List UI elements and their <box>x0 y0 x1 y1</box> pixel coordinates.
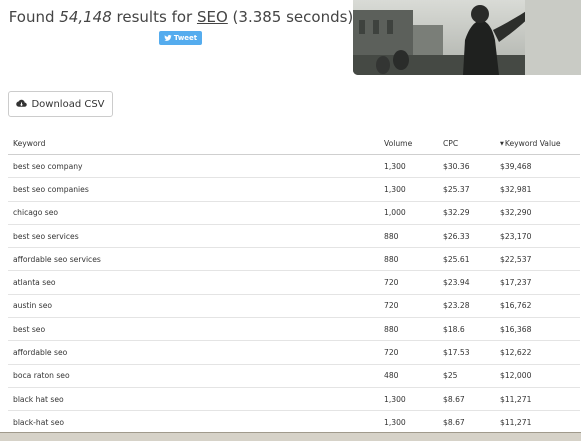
keyword-value-cell: $16,762 <box>495 293 580 318</box>
column-header-cpc[interactable]: CPC <box>438 132 495 155</box>
keyword-cell: black-hat seo <box>8 410 379 434</box>
results-summary: Found 54,148 results for SEO (3.385 seco… <box>0 8 362 26</box>
keyword-cell: affordable seo <box>8 340 379 365</box>
download-csv-label: Download CSV <box>31 98 105 110</box>
table-row: affordable seo services 880 $25.61 $22,537 <box>8 247 580 271</box>
keyword-value-cell: $12,000 <box>495 363 580 388</box>
volume-cell: 1,300 <box>379 153 438 178</box>
volume-cell: 1,000 <box>379 200 438 225</box>
cpc-cell: $25.37 <box>438 177 495 202</box>
keyword-cell: chicago seo <box>8 200 379 225</box>
volume-cell: 1,300 <box>379 177 438 202</box>
keyword-value-cell: $17,237 <box>495 270 580 295</box>
column-header-volume[interactable]: Volume <box>379 132 438 155</box>
keyword-cell: black hat seo <box>8 386 379 411</box>
results-prefix: Found <box>8 8 60 26</box>
volume-cell: 880 <box>379 317 438 341</box>
keyword-cell: affordable seo services <box>8 247 379 271</box>
table-row: best seo companies 1,300 $25.37 $32,981 <box>8 177 580 202</box>
table-row: chicago seo 1,000 $32.29 $32,290 <box>8 200 580 225</box>
keyword-cell: best seo services <box>8 223 379 248</box>
keyword-value-cell: $39,468 <box>495 153 580 178</box>
table-row: affordable seo 720 $17.53 $12,622 <box>8 340 580 365</box>
keyword-value-cell: $16,368 <box>495 317 580 341</box>
results-count: 54,148 <box>59 8 112 26</box>
cpc-cell: $25.61 <box>438 247 495 271</box>
volume-cell: 720 <box>379 270 438 295</box>
keyword-table: Keyword Volume CPC ▼Keyword Value best s… <box>8 132 580 434</box>
tweet-label: Tweet <box>173 34 198 42</box>
volume-cell: 880 <box>379 247 438 271</box>
cloud-download-icon <box>16 99 28 107</box>
results-time: (3.385 seconds) <box>227 8 354 26</box>
keyword-value-cell: $22,537 <box>495 247 580 271</box>
keyword-value-cell: $32,290 <box>495 200 580 225</box>
volume-cell: 720 <box>379 293 438 318</box>
keyword-cell: atlanta seo <box>8 270 379 295</box>
table-row: best seo company 1,300 $30.36 $39,468 <box>8 153 580 178</box>
keyword-value-cell: $32,981 <box>495 177 580 202</box>
cpc-cell: $8.67 <box>438 410 495 434</box>
table-row: best seo 880 $18.6 $16,368 <box>8 317 580 341</box>
table-row: best seo services 880 $26.33 $23,170 <box>8 223 580 248</box>
cpc-cell: $8.67 <box>438 386 495 411</box>
keyword-value-cell: $11,271 <box>495 386 580 411</box>
column-header-keyword-value[interactable]: ▼Keyword Value <box>495 132 580 155</box>
keyword-value-label: Keyword Value <box>504 138 561 148</box>
cpc-cell: $32.29 <box>438 200 495 225</box>
results-middle: results for <box>111 8 197 26</box>
keyword-value-cell: $12,622 <box>495 340 580 365</box>
volume-cell: 720 <box>379 340 438 365</box>
query-link[interactable]: SEO <box>197 8 228 26</box>
tweet-button[interactable]: Tweet <box>159 31 202 45</box>
cpc-cell: $25 <box>438 363 495 388</box>
keyword-cell: best seo <box>8 317 379 341</box>
cpc-cell: $23.28 <box>438 293 495 318</box>
keyword-value-cell: $11,271 <box>495 410 580 434</box>
sort-desc-icon: ▼ <box>500 140 504 147</box>
cpc-cell: $23.94 <box>438 270 495 295</box>
volume-cell: 1,300 <box>379 386 438 411</box>
cpc-cell: $18.6 <box>438 317 495 341</box>
cpc-cell: $26.33 <box>438 223 495 248</box>
keyword-value-cell: $23,170 <box>495 223 580 248</box>
download-csv-button[interactable]: Download CSV <box>8 91 113 117</box>
volume-cell: 1,300 <box>379 410 438 434</box>
keyword-cell: boca raton seo <box>8 363 379 388</box>
table-row: boca raton seo 480 $25 $12,000 <box>8 363 580 388</box>
table-row: black hat seo 1,300 $8.67 $11,271 <box>8 386 580 411</box>
twitter-bird-icon <box>164 35 172 41</box>
keyword-cell: best seo company <box>8 153 379 178</box>
table-row: black-hat seo 1,300 $8.67 $11,271 <box>8 410 580 434</box>
table-row: austin seo 720 $23.28 $16,762 <box>8 293 580 318</box>
hero-photo <box>353 0 581 75</box>
keyword-cell: best seo companies <box>8 177 379 202</box>
cpc-cell: $30.36 <box>438 153 495 178</box>
cpc-cell: $17.53 <box>438 340 495 365</box>
table-header-row: Keyword Volume CPC ▼Keyword Value <box>8 132 580 155</box>
keyword-cell: austin seo <box>8 293 379 318</box>
table-row: atlanta seo 720 $23.94 $17,237 <box>8 270 580 295</box>
volume-cell: 480 <box>379 363 438 388</box>
volume-cell: 880 <box>379 223 438 248</box>
column-header-keyword[interactable]: Keyword <box>8 132 379 155</box>
